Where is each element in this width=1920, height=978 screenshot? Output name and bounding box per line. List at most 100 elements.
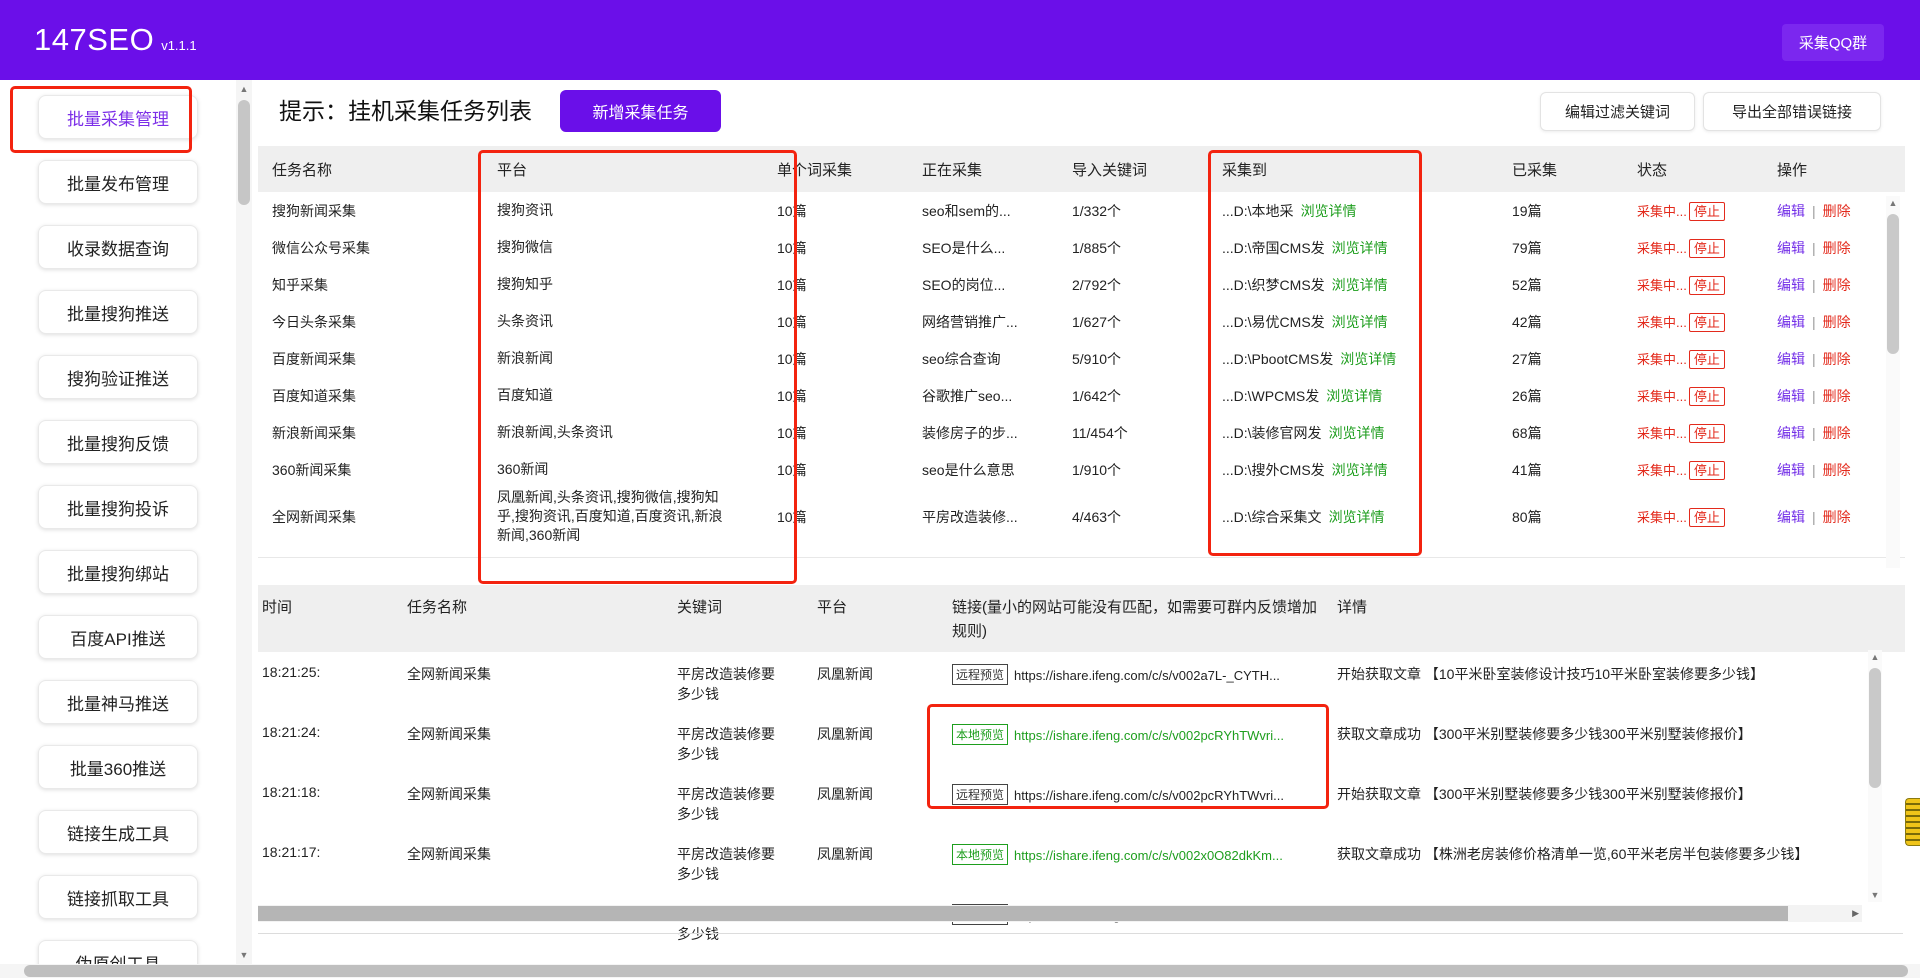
target-cell: ...D:\易优CMS发浏览详情	[1208, 312, 1498, 332]
preview-badge[interactable]: 远程预览	[952, 784, 1008, 805]
edit-link[interactable]: 编辑	[1777, 277, 1805, 293]
collecting-cell: 谷歌推广seo...	[908, 386, 1058, 406]
sidebar-item[interactable]: 收录数据查询	[38, 225, 198, 269]
sidebar-item[interactable]: 批量神马推送	[38, 680, 198, 724]
qq-group-button[interactable]: 采集QQ群	[1782, 24, 1884, 61]
sidebar-item[interactable]: 链接生成工具	[38, 810, 198, 854]
stop-button[interactable]: 停止	[1689, 424, 1725, 443]
scroll-up-arrow-icon[interactable]: ▲	[1868, 652, 1882, 662]
platform-cell: 搜狗知乎	[483, 275, 763, 294]
target-cell: ...D:\综合采集文浏览详情	[1208, 507, 1498, 527]
delete-link[interactable]: 删除	[1823, 203, 1851, 219]
task-table-vertical-scrollbar[interactable]: ▲	[1886, 196, 1900, 568]
view-details-link[interactable]: 浏览详情	[1332, 277, 1388, 293]
app-window: 147SEO v1.1.1 采集QQ群 批量采集管理 批量发布管理 收录数据查询…	[0, 0, 1920, 978]
scroll-down-arrow-icon[interactable]: ▼	[1868, 890, 1882, 900]
scroll-down-arrow-icon[interactable]: ▼	[236, 948, 252, 962]
scroll-right-arrow-icon[interactable]: ▶	[1852, 908, 1859, 919]
stop-button[interactable]: 停止	[1689, 508, 1725, 527]
scroll-up-arrow-icon[interactable]: ▲	[1886, 198, 1900, 208]
sidebar-item[interactable]: 批量搜狗投诉	[38, 485, 198, 529]
actions-cell: 编辑|删除	[1763, 238, 1905, 258]
stop-button[interactable]: 停止	[1689, 239, 1725, 258]
edit-link[interactable]: 编辑	[1777, 425, 1805, 441]
column-header-actions: 操作	[1763, 159, 1905, 180]
column-header-status: 状态	[1623, 159, 1763, 180]
sidebar-item[interactable]: 批量360推送	[38, 745, 198, 789]
article-url-link[interactable]: https://ishare.ifeng.com/c/s/v002a7L-_CY…	[1014, 668, 1280, 683]
preview-badge[interactable]: 本地预览	[952, 844, 1008, 865]
link-cell: 本地预览 https://ishare.ifeng.com/c/s/v002pcR…	[948, 724, 1333, 745]
delete-link[interactable]: 删除	[1823, 509, 1851, 525]
keyword-progress-cell: 11/454个	[1058, 423, 1208, 443]
page-vscroll-thumb[interactable]	[238, 100, 250, 205]
log-table-vscroll-thumb[interactable]	[1869, 668, 1881, 788]
yellow-scroll-handle[interactable]	[1905, 798, 1920, 846]
edit-link[interactable]: 编辑	[1777, 509, 1805, 525]
preview-badge[interactable]: 本地预览	[952, 724, 1008, 745]
sidebar-item[interactable]: 搜狗验证推送	[38, 355, 198, 399]
view-details-link[interactable]: 浏览详情	[1326, 388, 1382, 404]
delete-link[interactable]: 删除	[1823, 425, 1851, 441]
sidebar-item[interactable]: 批量发布管理	[38, 160, 198, 204]
article-url-link[interactable]: https://ishare.ifeng.com/c/s/v002pcRYhTW…	[1014, 728, 1284, 743]
sidebar-item[interactable]: 批量搜狗反馈	[38, 420, 198, 464]
platform-cell: 凤凰新闻	[813, 844, 948, 864]
link-cell: 本地预览 https://ishare.ifeng.com/c/s/v002x0O…	[948, 844, 1333, 865]
per-word-cell: 10篇	[763, 460, 908, 480]
task-table-vscroll-thumb[interactable]	[1887, 214, 1899, 354]
add-task-button[interactable]: 新增采集任务	[560, 90, 721, 132]
sidebar-item[interactable]: 批量搜狗绑站	[38, 550, 198, 594]
sidebar-item[interactable]: 百度API推送	[38, 615, 198, 659]
log-table-hscroll-thumb[interactable]	[258, 906, 1788, 921]
delete-link[interactable]: 删除	[1823, 240, 1851, 256]
view-details-link[interactable]: 浏览详情	[1329, 425, 1385, 441]
edit-link[interactable]: 编辑	[1777, 351, 1805, 367]
article-url-link[interactable]: https://ishare.ifeng.com/c/s/v002pcRYhTW…	[1014, 788, 1284, 803]
preview-badge[interactable]: 远程预览	[952, 664, 1008, 685]
column-header-platform: 平台	[483, 159, 763, 180]
platform-cell: 搜狗资讯	[483, 201, 763, 220]
stop-button[interactable]: 停止	[1689, 202, 1725, 221]
brand-logo: 147SEO v1.1.1	[34, 22, 197, 58]
edit-link[interactable]: 编辑	[1777, 462, 1805, 478]
stop-button[interactable]: 停止	[1689, 387, 1725, 406]
view-details-link[interactable]: 浏览详情	[1332, 314, 1388, 330]
delete-link[interactable]: 删除	[1823, 314, 1851, 330]
keyword-progress-cell: 1/910个	[1058, 460, 1208, 480]
delete-link[interactable]: 删除	[1823, 351, 1851, 367]
edit-filter-keywords-button[interactable]: 编辑过滤关键词	[1540, 92, 1695, 131]
delete-link[interactable]: 删除	[1823, 277, 1851, 293]
task-name-cell: 全网新闻采集	[403, 844, 673, 864]
page-vertical-scrollbar[interactable]: ▲ ▼	[236, 80, 252, 964]
status-cell: 采集中...停止	[1623, 507, 1763, 526]
scroll-up-arrow-icon[interactable]: ▲	[236, 82, 252, 96]
export-error-links-button[interactable]: 导出全部错误链接	[1703, 92, 1881, 131]
log-table-vertical-scrollbar[interactable]: ▲ ▼	[1868, 650, 1882, 902]
stop-button[interactable]: 停止	[1689, 276, 1725, 295]
delete-link[interactable]: 删除	[1823, 462, 1851, 478]
keyword-progress-cell: 2/792个	[1058, 275, 1208, 295]
view-details-link[interactable]: 浏览详情	[1332, 462, 1388, 478]
edit-link[interactable]: 编辑	[1777, 203, 1805, 219]
edit-link[interactable]: 编辑	[1777, 240, 1805, 256]
view-details-link[interactable]: 浏览详情	[1329, 509, 1385, 525]
view-details-link[interactable]: 浏览详情	[1301, 203, 1357, 219]
target-path: ...D:\本地采	[1222, 203, 1294, 219]
delete-link[interactable]: 删除	[1823, 388, 1851, 404]
sidebar-item[interactable]: 链接抓取工具	[38, 875, 198, 919]
stop-button[interactable]: 停止	[1689, 461, 1725, 480]
edit-link[interactable]: 编辑	[1777, 388, 1805, 404]
status-text: 采集中...	[1637, 278, 1687, 293]
stop-button[interactable]: 停止	[1689, 313, 1725, 332]
view-details-link[interactable]: 浏览详情	[1332, 240, 1388, 256]
stop-button[interactable]: 停止	[1689, 350, 1725, 369]
article-url-link[interactable]: https://ishare.ifeng.com/c/s/v002x0O82dk…	[1014, 848, 1283, 863]
view-details-link[interactable]: 浏览详情	[1340, 351, 1396, 367]
log-table-horizontal-scrollbar[interactable]: ▶	[258, 905, 1862, 922]
sidebar-item[interactable]: 批量搜狗推送	[38, 290, 198, 334]
edit-link[interactable]: 编辑	[1777, 314, 1805, 330]
sidebar-item[interactable]: 批量采集管理	[38, 95, 198, 139]
per-word-cell: 10篇	[763, 238, 908, 258]
task-table-row: 新浪新闻采集 新浪新闻,头条资讯 10篇 装修房子的步... 11/454个 .…	[258, 414, 1905, 451]
